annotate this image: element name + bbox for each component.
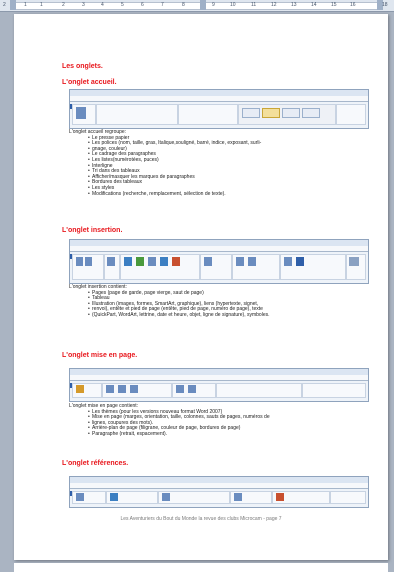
section-heading-mise-en-page: L'onglet mise en page. bbox=[62, 352, 138, 359]
ruler-tick: 13 bbox=[291, 2, 297, 8]
section-heading-accueil: L'onglet accueil. bbox=[62, 79, 117, 86]
ruler-track bbox=[14, 2, 382, 10]
ruler-tick: 16 bbox=[350, 2, 356, 8]
ruler-tick: 18 bbox=[382, 2, 388, 8]
ruler-tick: 10 bbox=[230, 2, 236, 8]
ruler-tick: 12 bbox=[271, 2, 277, 8]
ruler-tick: 5 bbox=[121, 2, 124, 8]
section-body-accueil: L'onglet accueil regroupe: Le presse pap… bbox=[69, 129, 261, 198]
ruler-tick: 3 bbox=[82, 2, 85, 8]
ruler-tick: 1 bbox=[24, 2, 27, 8]
ribbon-screenshot-references bbox=[69, 476, 369, 508]
ruler-tick: 1 bbox=[40, 2, 43, 8]
ruler-tick: 14 bbox=[311, 2, 317, 8]
ruler-tick: 4 bbox=[101, 2, 104, 8]
horizontal-ruler[interactable]: 2 1 1 2 3 4 5 6 7 8 9 10 11 12 13 14 15 … bbox=[0, 0, 394, 12]
ruler-tick: 8 bbox=[182, 2, 185, 8]
ruler-tick: 6 bbox=[141, 2, 144, 8]
next-page-edge bbox=[14, 563, 388, 572]
ruler-tick: 2 bbox=[62, 2, 65, 8]
ruler-tick: 11 bbox=[251, 2, 257, 8]
ruler-tick: 2 bbox=[3, 2, 6, 8]
ribbon-screenshot-accueil bbox=[69, 89, 369, 129]
ruler-tick: 7 bbox=[161, 2, 164, 8]
section-heading-insertion: L'onglet insertion. bbox=[62, 227, 123, 234]
page-title: Les onglets. bbox=[62, 63, 103, 70]
document-page[interactable]: Les onglets. L'onglet accueil. L'onglet … bbox=[14, 14, 388, 560]
ruler-tick: 15 bbox=[331, 2, 337, 8]
section-heading-references: L'onglet références. bbox=[62, 460, 129, 467]
page-footer: Les Aventuriers du Bout du Monde la revu… bbox=[120, 516, 282, 522]
list-item-continuation: (QuickPart, WordArt, lettrine, date et h… bbox=[88, 312, 269, 319]
ribbon-screenshot-mise-en-page bbox=[69, 368, 369, 402]
ribbon-screenshot-insertion bbox=[69, 239, 369, 284]
list-item: Modifications (recherche, remplacement, … bbox=[88, 191, 261, 198]
section-body-mise-en-page: L'onglet mise en page contient: Les thèm… bbox=[69, 403, 270, 438]
list-item: Paragraphe (retrait, espacement). bbox=[88, 431, 270, 438]
ruler-tick: 9 bbox=[212, 2, 215, 8]
section-body-insertion: L'onglet insertion contient: Pages (page… bbox=[69, 284, 270, 319]
indent-marker[interactable] bbox=[200, 0, 206, 10]
left-margin-marker[interactable] bbox=[10, 0, 16, 10]
